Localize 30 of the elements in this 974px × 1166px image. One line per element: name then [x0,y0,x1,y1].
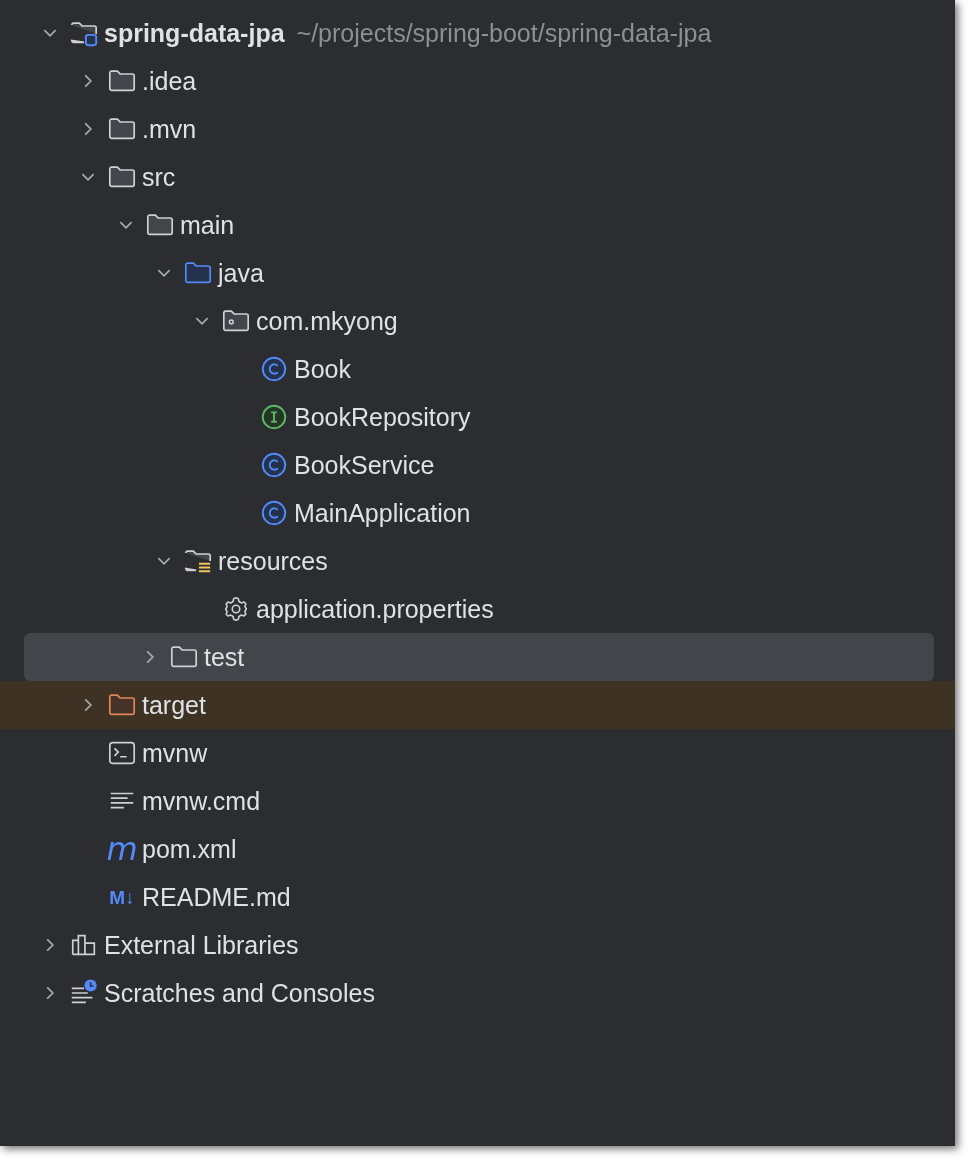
item-name: java [218,258,264,288]
item-name: External Libraries [104,930,299,960]
item-name: BookService [294,450,435,480]
item-name: spring-data-jpa [104,18,285,48]
item-name: mvnw.cmd [142,786,261,816]
item-name: Scratches and Consoles [104,978,375,1008]
class-icon [259,498,289,528]
excluded-row[interactable]: target [0,681,955,729]
item-name: src [142,162,176,192]
tree-row-highlight[interactable]: test [24,633,934,681]
item-name: pom.xml [142,834,237,864]
item-name: target [142,690,206,720]
item-name: main [180,210,235,240]
item-name: test [204,642,245,672]
maven-icon: m [106,833,138,865]
item-name: .idea [142,66,197,96]
markdown-icon: M↓ [109,887,135,907]
item-name: application.properties [256,594,494,624]
item-name: README.md [142,882,291,912]
class-icon [259,450,289,480]
item-name: com.mkyong [256,306,398,336]
item-name: .mvn [142,114,197,144]
item-name: BookRepository [294,402,471,432]
class-icon [259,354,289,384]
project-path: ~/projects/spring-boot/spring-data-jpa [296,18,712,48]
item-name: mvnw [142,738,208,768]
interface-icon [259,402,289,432]
item-name: MainApplication [294,498,471,528]
item-name: resources [218,546,328,576]
item-name: Book [294,354,351,384]
